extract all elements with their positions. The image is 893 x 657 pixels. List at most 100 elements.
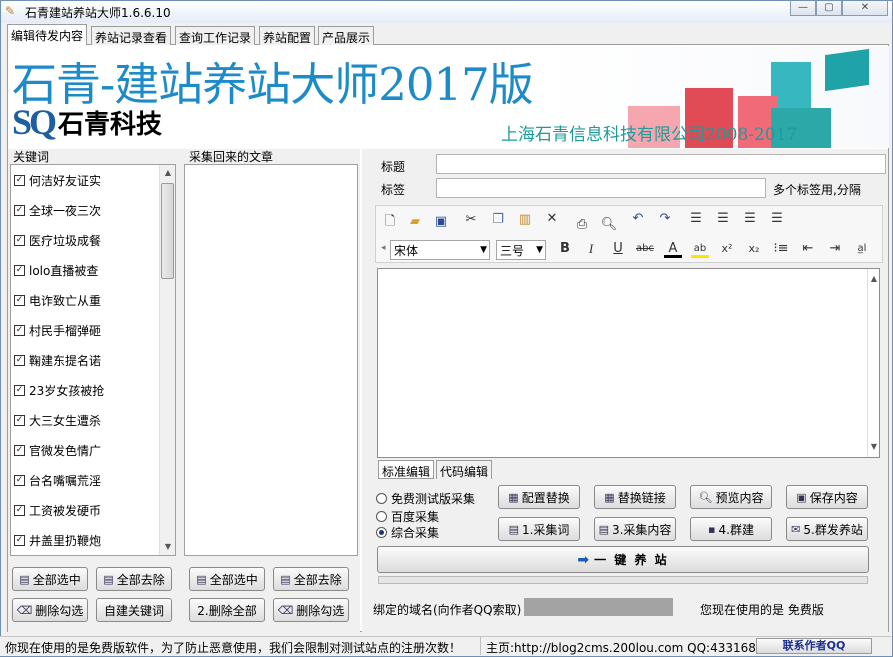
strikethrough-icon[interactable]: abc (636, 240, 654, 258)
scroll-down-icon[interactable]: ▼ (868, 439, 880, 455)
keyword-checkbox[interactable]: ✓ (14, 504, 25, 516)
keyword-item[interactable]: ✓ 23岁女孩被抢 (14, 380, 104, 400)
scroll-thumb[interactable] (161, 183, 174, 279)
keyword-checkbox[interactable]: ✓ (14, 174, 25, 186)
kw-delete-checked-button[interactable]: ⌫ 删除勾选 (12, 598, 88, 622)
tab-work-log[interactable]: 查询工作记录 (175, 26, 256, 45)
maximize-button[interactable]: ▢ (816, 1, 842, 16)
art-delete-checked-button[interactable]: ⌫ 删除勾选 (273, 598, 349, 622)
custom-keyword-button[interactable]: 自建关键词 (96, 598, 172, 622)
keyword-checkbox[interactable]: ✓ (14, 534, 25, 546)
radio-free[interactable] (376, 493, 387, 504)
align-left-icon[interactable]: ☰ (714, 210, 732, 228)
redo-icon[interactable]: ↷ (656, 210, 674, 228)
align-center-icon[interactable]: ☰ (741, 210, 759, 228)
keyword-item[interactable]: ✓ 工资被发硬币 (14, 500, 101, 520)
tab-edit-pending[interactable]: 编辑待发内容 (7, 24, 88, 45)
keyword-checkbox[interactable]: ✓ (14, 414, 25, 426)
keyword-checkbox[interactable]: ✓ (14, 204, 25, 216)
group-build-button[interactable]: ▪ 4.群建 (690, 517, 772, 541)
art-select-all-button[interactable]: ▤ 全部选中 (189, 567, 265, 591)
keyword-checkbox[interactable]: ✓ (14, 354, 25, 366)
art-deselect-all-button[interactable]: ▤ 全部去除 (273, 567, 349, 591)
keyword-item[interactable]: ✓ 官微发色情广 (14, 440, 101, 460)
keyword-checkbox[interactable]: ✓ (14, 324, 25, 336)
indent-icon[interactable]: ⇥ (826, 240, 844, 258)
justify-icon[interactable]: ☰ (687, 210, 705, 228)
font-size-select[interactable]: 三号 ▼ (496, 240, 546, 260)
copy-icon[interactable]: ❐ (489, 211, 507, 229)
tab-site-log[interactable]: 养站记录查看 (91, 26, 172, 45)
delete-all-button[interactable]: 2.删除全部 (189, 598, 265, 622)
keyword-checkbox[interactable]: ✓ (14, 234, 25, 246)
keyword-item[interactable]: ✓ 全球一夜三次 (14, 200, 101, 220)
underline-icon[interactable]: U (609, 240, 627, 258)
cut-icon[interactable]: ✂ (462, 211, 480, 229)
kw-select-all-button[interactable]: ▤ 全部选中 (12, 567, 88, 591)
print-preview-icon[interactable]: 🔍︎ (600, 216, 618, 234)
font-color-icon[interactable]: A (664, 240, 682, 258)
keyword-checkbox[interactable]: ✓ (14, 264, 25, 276)
mode-free[interactable]: 免费测试版采集 (376, 490, 475, 507)
replace-links-button[interactable]: ▦ 替换链接 (594, 485, 676, 509)
keyword-checkbox[interactable]: ✓ (14, 384, 25, 396)
delete-icon[interactable]: ✕ (543, 210, 561, 228)
collect-content-button[interactable]: ▤ 3.采集内容 (594, 517, 676, 541)
minimize-button[interactable]: — (790, 1, 816, 16)
tags-input[interactable] (436, 178, 766, 198)
keyword-list[interactable]: ✓ 井盖里扔鞭炮 ✓ 工资被发硬币 ✓ 台名嘴嘱荒淫 ✓ 官微发色情广 ✓ 大三女生遭杀 ✓ 23岁女… (10, 164, 176, 556)
align-right-icon[interactable]: ☰ (768, 210, 786, 228)
outdent-icon[interactable]: ⇤ (799, 240, 817, 258)
font-select[interactable]: 宋体 ▼ (390, 240, 490, 260)
tab-site-config[interactable]: 养站配置 (259, 26, 316, 45)
undo-icon[interactable]: ↶ (629, 210, 647, 228)
config-replace-button[interactable]: ▦ 配置替换 (498, 485, 580, 509)
keyword-item[interactable]: ✓ 台名嘴嘱荒淫 (14, 470, 101, 490)
keyword-checkbox[interactable]: ✓ (14, 294, 25, 306)
radio-baidu[interactable] (376, 511, 387, 522)
save-icon[interactable]: ▣ (432, 213, 450, 231)
editor-scrollbar[interactable]: ▲ ▼ (867, 269, 879, 457)
preview-button[interactable]: 🔍︎ 预览内容 (690, 485, 772, 509)
scroll-up-icon[interactable]: ▲ (868, 271, 880, 287)
keyword-item[interactable]: ✓ 井盖里扔鞭炮 (14, 530, 101, 550)
superscript-icon[interactable]: x² (718, 240, 736, 258)
numbered-list-icon[interactable]: ⁝≡ (772, 240, 790, 258)
mode-baidu[interactable]: 百度采集 (376, 508, 439, 525)
subscript-icon[interactable]: x₂ (745, 240, 763, 258)
keyword-item[interactable]: ✓ lolo直播被查 (14, 260, 98, 280)
keyword-item[interactable]: ✓ 电诈致亡从重 (14, 290, 101, 310)
highlight-icon[interactable]: ab (691, 240, 709, 258)
keyword-checkbox[interactable]: ✓ (14, 474, 25, 486)
save-content-button[interactable]: ▣ 保存内容 (786, 485, 868, 509)
mode-combined[interactable]: 综合采集 (376, 524, 439, 541)
keyword-item[interactable]: ✓ 鞠建东提名诺 (14, 350, 101, 370)
article-list[interactable] (184, 164, 358, 556)
bold-icon[interactable]: B (556, 240, 574, 258)
open-folder-icon[interactable]: ▰ (406, 213, 424, 231)
radio-combined[interactable] (376, 527, 387, 538)
scroll-down-icon[interactable]: ▼ (160, 539, 175, 555)
keyword-item[interactable]: ✓ 大三女生遭杀 (14, 410, 101, 430)
tab-code-edit[interactable]: 代码编辑 (436, 460, 493, 479)
content-editor[interactable]: ▲ ▼ (377, 268, 880, 458)
kw-deselect-all-button[interactable]: ▤ 全部去除 (96, 567, 172, 591)
scroll-up-icon[interactable]: ▲ (160, 165, 175, 181)
close-button[interactable]: ✕ (842, 1, 888, 16)
keyword-checkbox[interactable]: ✓ (14, 444, 25, 456)
tab-standard-edit[interactable]: 标准编辑 (378, 460, 435, 479)
format-icon[interactable]: a̲l (853, 240, 871, 258)
one-click-button[interactable]: ➡ 一 键 养 站 (377, 546, 869, 573)
title-input[interactable] (436, 154, 886, 174)
group-post-button[interactable]: ✉ 5.群发养站 (786, 517, 868, 541)
new-doc-icon[interactable]: 🗋 (381, 213, 399, 231)
contact-author-button[interactable]: 联系作者QQ (756, 638, 872, 654)
keyword-item[interactable]: ✓ 何洁好友证实 (14, 170, 101, 190)
keyword-scrollbar[interactable]: ▲ ▼ (159, 165, 175, 555)
tab-products[interactable]: 产品展示 (318, 26, 375, 45)
collect-words-button[interactable]: ▤ 1.采集词 (498, 517, 580, 541)
print-icon[interactable]: ⎙ (573, 216, 591, 234)
keyword-item[interactable]: ✓ 村民手榴弹砸 (14, 320, 101, 340)
status-homepage[interactable]: 主页:http://blog2cms.200lou.com QQ:433168 (486, 639, 756, 656)
paste-icon[interactable]: ▥ (516, 211, 534, 229)
